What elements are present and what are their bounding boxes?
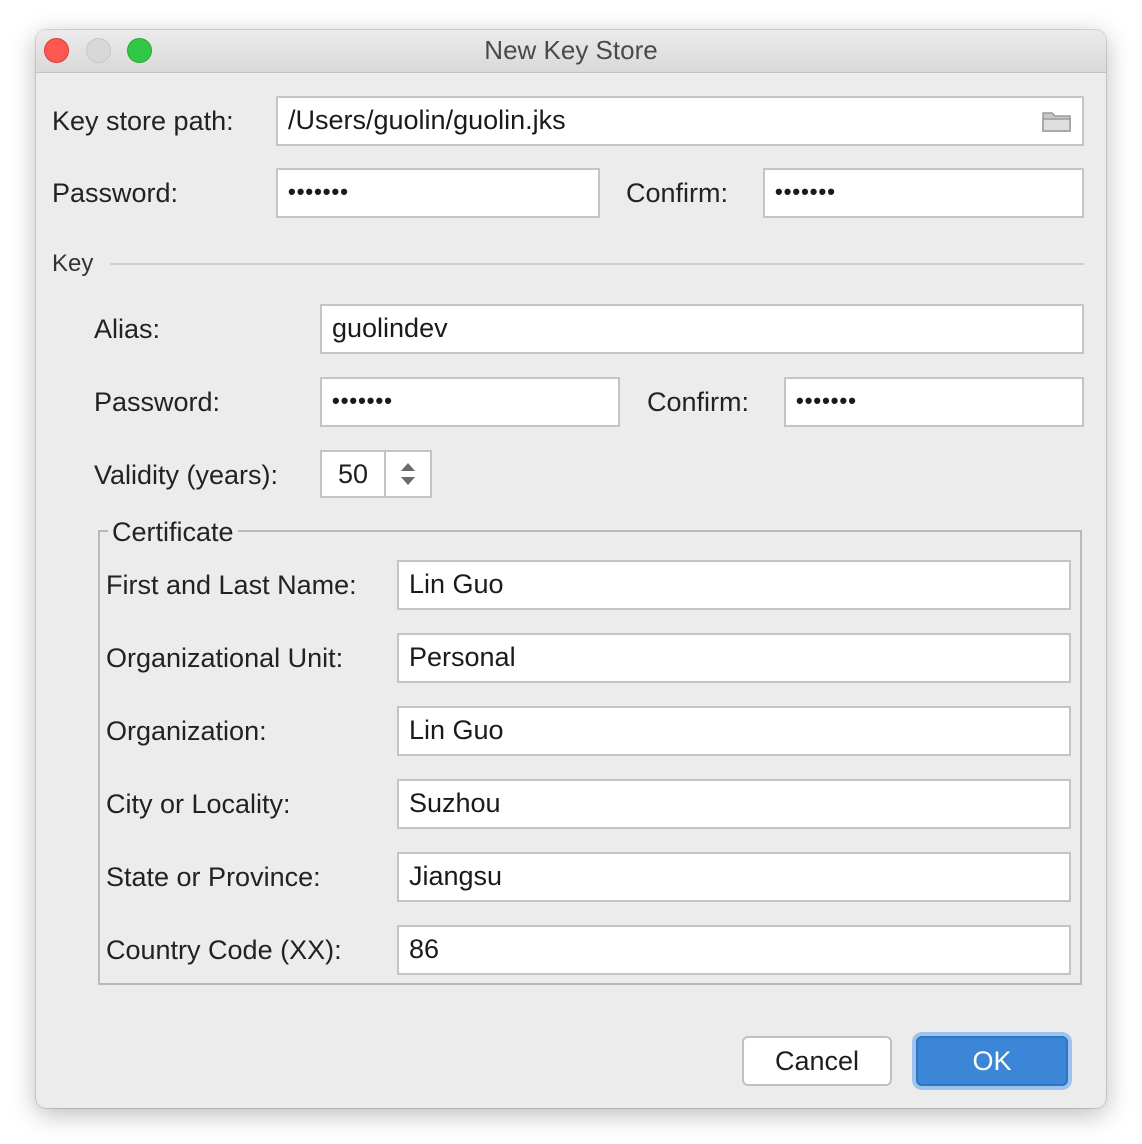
keystore-confirm-field[interactable]: ••••••• [763,168,1084,218]
key-password-field[interactable]: ••••••• [320,377,620,427]
organization-field[interactable]: Lin Guo [397,706,1071,756]
validity-label: Validity (years): [94,460,279,490]
organizational-unit-field[interactable]: Personal [397,633,1071,683]
cert-field-label: Country Code (XX): [106,935,342,965]
city-locality-field[interactable]: Suzhou [397,779,1071,829]
country-code-field[interactable]: 86 [397,925,1071,975]
new-key-store-dialog: New Key Store Key store path: /Users/guo… [36,30,1106,1108]
alias-field[interactable]: guolindev [320,304,1084,354]
ok-button[interactable]: OK [916,1036,1068,1086]
keystore-path-value: /Users/guolin/guolin.jks [288,105,566,135]
first-last-name-field[interactable]: Lin Guo [397,560,1071,610]
keystore-path-label: Key store path: [52,106,234,136]
validity-stepper[interactable]: 50 [320,450,432,498]
cancel-button[interactable]: Cancel [742,1036,892,1086]
up-down-arrows-icon[interactable] [384,452,430,496]
key-confirm-field[interactable]: ••••••• [784,377,1084,427]
validity-value: 50 [338,459,369,489]
title-bar: New Key Store [36,30,1106,73]
keystore-confirm-label: Confirm: [626,178,729,208]
keystore-password-field[interactable]: ••••••• [276,168,600,218]
cert-field-label: First and Last Name: [106,570,357,600]
cert-field-label: Organization: [106,716,267,746]
keystore-password-label: Password: [52,178,179,208]
cert-field-label: Organizational Unit: [106,643,344,673]
key-confirm-label: Confirm: [647,387,750,417]
certificate-legend: Certificate [108,516,238,548]
state-province-field[interactable]: Jiangsu [397,852,1071,902]
folder-icon[interactable] [1042,110,1072,132]
cert-field-label: City or Locality: [106,789,291,819]
key-password-label: Password: [94,387,221,417]
alias-label: Alias: [94,314,161,344]
window-title: New Key Store [484,35,658,65]
cert-field-label: State or Province: [106,862,321,892]
keystore-path-field[interactable]: /Users/guolin/guolin.jks [276,96,1084,146]
key-section-divider [110,263,1084,265]
key-section-label: Key [52,250,94,277]
